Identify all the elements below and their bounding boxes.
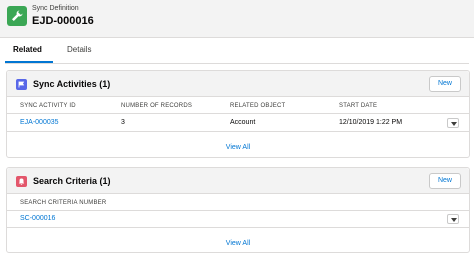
number-of-records-cell: 3 [121, 119, 125, 126]
card-header: Sync Activities (1) New [7, 71, 469, 97]
tab-divider [5, 63, 469, 64]
card-title: Search Criteria (1) [33, 176, 111, 186]
column-header[interactable]: START DATE [339, 103, 377, 109]
column-header[interactable]: RELATED OBJECT [230, 103, 285, 109]
view-all-link[interactable]: View All [7, 240, 469, 247]
card-header: Search Criteria (1) New [7, 168, 469, 194]
row-divider [7, 210, 469, 211]
sync-activity-link[interactable]: EJA-000035 [20, 119, 59, 126]
chevron-down-icon [451, 122, 457, 126]
column-header[interactable]: NUMBER OF RECORDS [121, 103, 192, 109]
record-header: Sync Definition EJD-000016 [0, 0, 474, 38]
new-sync-activity-button[interactable]: New [429, 76, 461, 92]
row-actions-dropdown[interactable] [447, 118, 459, 128]
row-actions-dropdown[interactable] [447, 214, 459, 224]
search-criteria-link[interactable]: SC-000016 [20, 215, 55, 222]
bell-icon [16, 176, 27, 187]
related-object-cell: Account [230, 119, 256, 126]
wrench-icon [7, 6, 27, 26]
start-date-cell: 12/10/2019 1:22 PM [339, 119, 403, 126]
tab-details[interactable]: Details [67, 45, 91, 54]
chevron-down-icon [451, 218, 457, 222]
record-type-label: Sync Definition [32, 5, 79, 12]
flag-icon [16, 79, 27, 90]
card-title: Sync Activities (1) [33, 79, 111, 89]
row-divider [7, 113, 469, 114]
search-criteria-card: Search Criteria (1) New SEARCH CRITERIA … [6, 167, 470, 253]
row-divider [7, 227, 469, 228]
tab-related[interactable]: Related [13, 45, 42, 54]
sync-activities-card: Sync Activities (1) New SYNC ACTIVITY ID… [6, 70, 470, 158]
row-divider [7, 131, 469, 132]
column-header[interactable]: SEARCH CRITERIA NUMBER [20, 200, 106, 206]
record-name: EJD-000016 [32, 15, 94, 27]
column-header[interactable]: SYNC ACTIVITY ID [20, 103, 76, 109]
new-search-criteria-button[interactable]: New [429, 173, 461, 189]
view-all-link[interactable]: View All [7, 144, 469, 151]
